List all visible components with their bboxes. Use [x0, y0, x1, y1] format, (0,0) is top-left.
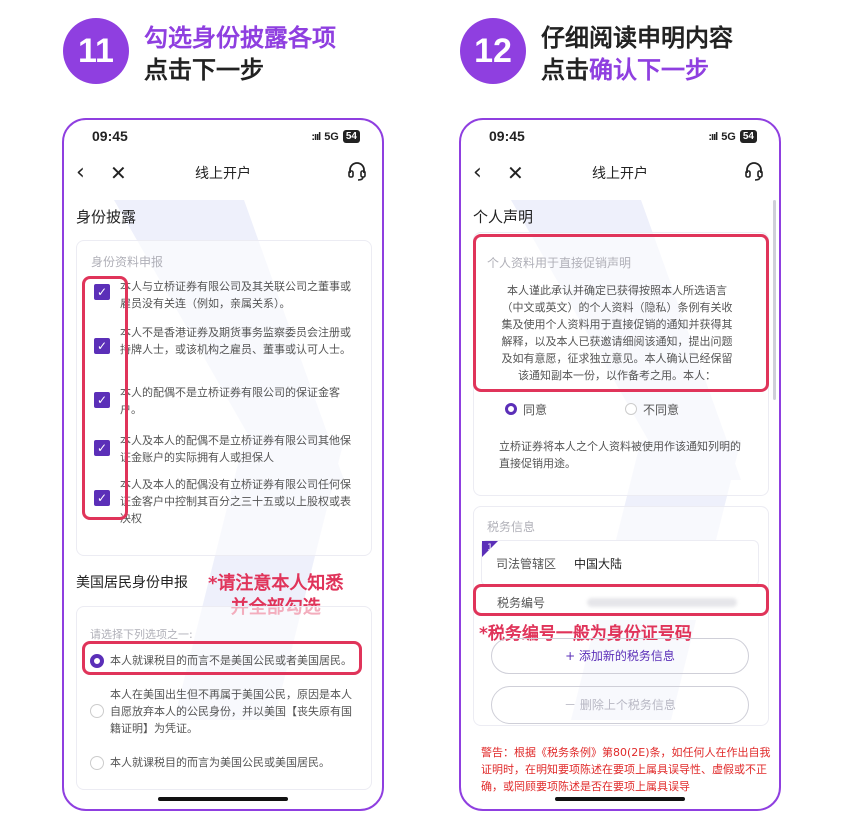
signal-icon: :ııl [311, 130, 321, 143]
check-item-1-text: 本人与立桥证券有限公司及其关联公司之董事或雇员没有关连（例如，亲属关系）。 [120, 280, 351, 310]
check-item-4-text: 本人及本人的配偶不是立桥证券有限公司其他保证金账户的实际拥有人或担保人 [120, 434, 351, 464]
check-item-2-text: 本人不是香港证券及期货事务监察委员会注册或持牌人士，或该机构之雇员、董事或认可人… [120, 326, 351, 356]
us-option-2-text: 本人在美国出生但不再属于美国公民，原因是本人自愿放弃本人的公民身份，并以美国【丧… [110, 688, 352, 735]
jurisdiction-value: 中国大陆 [574, 557, 623, 571]
network-label: 5G [721, 130, 736, 143]
us-option-3-text: 本人就课税目的而言为美国公民或美国居民。 [110, 756, 330, 769]
nav-bar: ‹ ✕ 线上开户 [64, 158, 382, 188]
tax-warning-text: 警告：根据《税务条例》第80(2E)条，如任何人在作出自我证明时，在明知要项陈述… [481, 746, 771, 793]
step-12-title-highlight: 确认下一步 [589, 56, 709, 84]
radio-unselected-icon[interactable] [90, 704, 104, 718]
tax-entry-box: 1 司法管辖区 中国大陆 [481, 540, 759, 586]
radio-unselected-icon[interactable] [625, 403, 637, 415]
tax-info-title: 税务信息 [487, 520, 536, 534]
identity-card-title: 身份资料申报 [91, 255, 164, 269]
checkboxes-highlight [82, 276, 128, 520]
battery-icon: 54 [342, 130, 360, 143]
add-tax-info-button[interactable]: + 添加新的税务信息 [491, 638, 749, 674]
step-12-title-line2: 点击确认下一步 [541, 54, 733, 86]
step-12-title-line1: 仔细阅读申明内容 [541, 24, 733, 52]
status-indicators: :ııl 5G 54 [311, 130, 360, 143]
step-11-title-line2: 点击下一步 [144, 56, 264, 84]
check-item-5-text: 本人及本人的配偶没有立桥证券有限公司任何保证金客户中控制其百分之三十五或以上股权… [120, 478, 351, 525]
personal-declaration-heading: 个人声明 [473, 208, 534, 226]
left-phone-frame: 09:45 :ııl 5G 54 ‹ ✕ 线上开户 身份披露 身份资料申报 ✓ … [62, 118, 384, 811]
headset-icon[interactable] [743, 160, 765, 186]
status-bar: 09:45 :ııl 5G 54 [461, 128, 779, 148]
check-item-3-text: 本人的配偶不是立桥证券有限公司的保证金客户。 [120, 386, 340, 416]
scrollbar[interactable] [773, 200, 776, 400]
step-11-badge: 11 [63, 18, 129, 84]
delete-tax-info-button[interactable]: － 删除上个税务信息 [491, 686, 749, 724]
nav-title: 线上开户 [592, 166, 648, 182]
nav-title: 线上开户 [195, 166, 251, 182]
selected-option-highlight [82, 641, 362, 675]
network-label: 5G [324, 130, 339, 143]
headset-icon[interactable] [346, 160, 368, 186]
step-12-title-prefix: 点击 [541, 56, 589, 84]
status-indicators: :ııl 5G 54 [708, 130, 757, 143]
step-11-title-line1: 勾选身份披露各项 [144, 24, 336, 52]
jurisdiction-label: 司法管辖区 [496, 557, 557, 571]
step-12-title: 仔细阅读申明内容 点击确认下一步 [541, 22, 733, 86]
declaration-highlight [473, 234, 769, 392]
disagree-label: 不同意 [643, 403, 680, 417]
home-indicator [555, 797, 685, 801]
radio-selected-icon[interactable] [505, 403, 517, 415]
home-indicator [158, 797, 288, 801]
nav-bar: ‹ ✕ 线上开户 [461, 158, 779, 188]
signal-icon: :ııl [708, 130, 718, 143]
right-phone-frame: 09:45 :ııl 5G 54 ‹ ✕ 线上开户 个人声明 个人资料用于直接促… [459, 118, 781, 811]
battery-icon: 54 [739, 130, 757, 143]
radio-unselected-icon[interactable] [90, 756, 104, 770]
status-bar: 09:45 :ııl 5G 54 [64, 128, 382, 148]
step-12-badge: 12 [460, 18, 526, 84]
left-annotation-line1: *请注意本人知悉 [208, 573, 344, 594]
tax-number-highlight [473, 584, 769, 616]
status-time: 09:45 [489, 128, 525, 144]
us-residency-prompt: 请选择下列选项之一: [90, 628, 193, 641]
declaration-note: 立桥证券将本人之个人资料被使用作该通知列明的直接促销用途。 [499, 440, 741, 470]
step-11-title: 勾选身份披露各项 点击下一步 [144, 22, 336, 86]
identity-disclosure-heading: 身份披露 [76, 208, 137, 226]
us-residency-heading: 美国居民身份申报 [76, 575, 188, 591]
status-time: 09:45 [92, 128, 128, 144]
